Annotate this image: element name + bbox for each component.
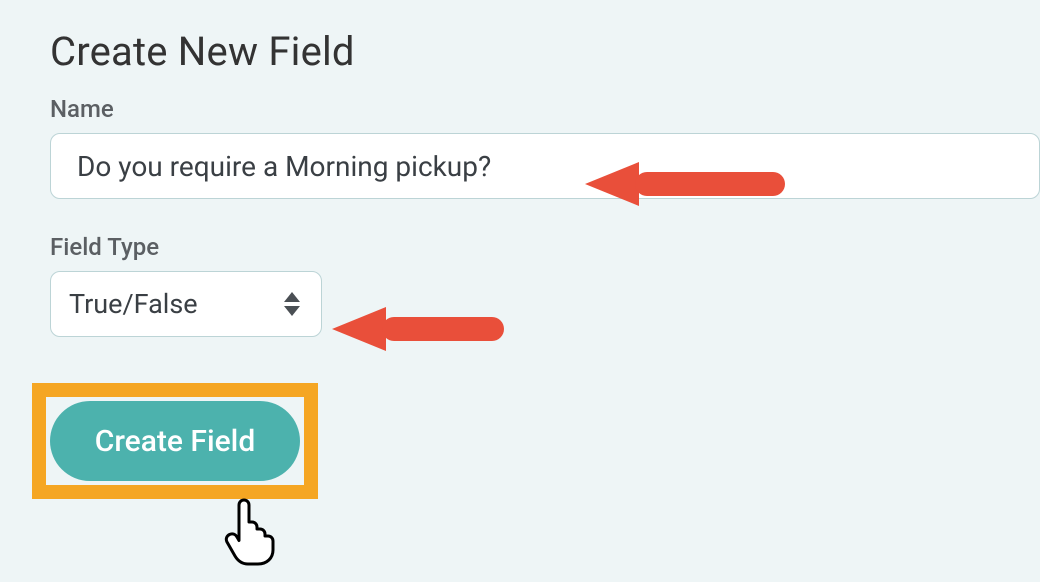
name-input[interactable] [50,133,1040,199]
page-title: Create New Field [50,28,1040,75]
create-field-button[interactable]: Create Field [50,401,300,481]
name-label: Name [50,95,1040,123]
field-type-label: Field Type [50,233,1040,261]
pointer-cursor-icon [222,494,280,566]
field-type-select[interactable]: True/False [50,271,322,337]
